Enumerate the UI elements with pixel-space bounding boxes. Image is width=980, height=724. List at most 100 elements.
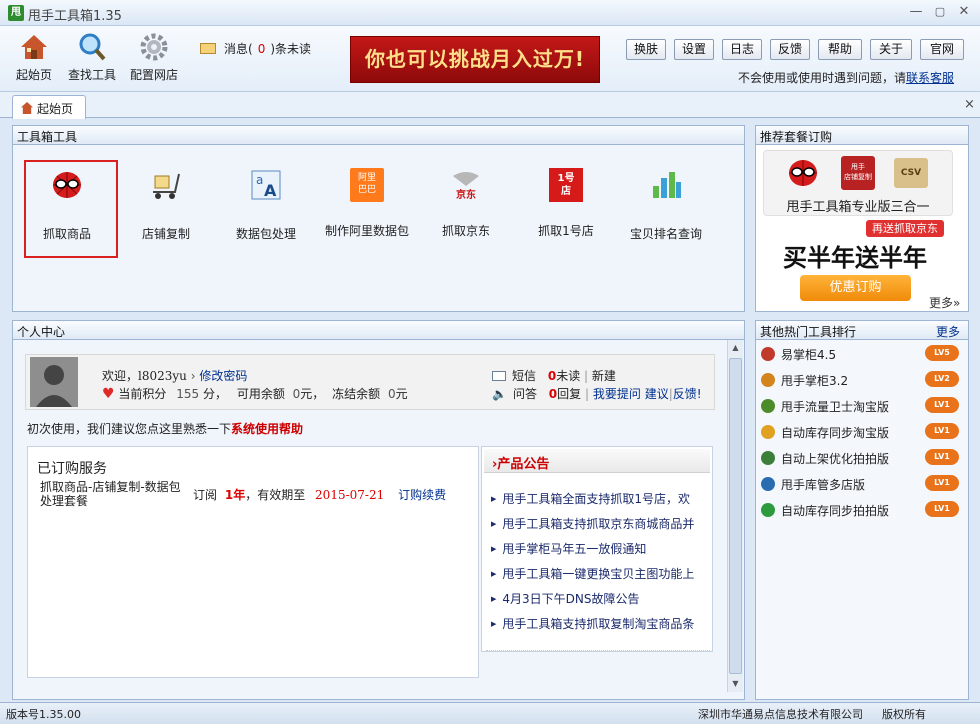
tool-label: 店铺复制 <box>141 227 190 241</box>
scroll-up-button[interactable]: ▲ <box>728 340 743 356</box>
scroll-thumb[interactable] <box>729 358 742 674</box>
maximize-button[interactable]: ▢ <box>930 3 950 21</box>
tool-alibaba-package[interactable]: 阿里 巴巴 制作阿里数据包 <box>319 168 415 239</box>
ranking-item[interactable]: 甩手流量卫士淘宝版 LV1 <box>761 397 959 417</box>
message-suffix: )条未读 <box>270 42 312 56</box>
log-button[interactable]: 日志 <box>722 39 762 60</box>
scroll-down-button[interactable]: ▼ <box>728 676 743 692</box>
ranking-item[interactable]: 自动上架优化拍拍版 LV1 <box>761 449 959 469</box>
announcement-item[interactable]: 甩手工具箱一键更换宝贝主图功能上 <box>491 565 701 582</box>
tool-label: 宝贝排名查询 <box>629 227 702 241</box>
qa-label: 问答 <box>512 387 537 401</box>
configure-shop-label: 配置网店 <box>129 68 178 82</box>
find-tools-button[interactable]: 查找工具 <box>62 32 122 83</box>
points-label: 当前积分 <box>118 387 167 401</box>
home-button[interactable]: 起始页 <box>4 32 64 83</box>
change-password-link[interactable]: 修改密码 <box>199 369 247 383</box>
about-button[interactable]: 关于 <box>870 39 912 60</box>
ranking-item[interactable]: 自动库存同步拍拍版 LV1 <box>761 501 959 521</box>
tab-close-button[interactable]: × <box>964 97 975 112</box>
heart-icon: ♥ <box>102 386 115 402</box>
mail-icon <box>492 371 506 381</box>
ranking-item[interactable]: 自动库存同步淘宝版 LV1 <box>761 423 959 443</box>
sms-label: 短信 <box>512 369 537 383</box>
frozen-label: 冻结余额 <box>332 387 381 401</box>
tool-data-package[interactable]: aA 数据包处理 <box>218 168 314 242</box>
level-badge: LV5 <box>925 345 959 361</box>
announcement-item[interactable]: 4月3日下午DNS故障公告 <box>491 590 701 607</box>
announcement-item[interactable]: 甩手工具箱支持抓取京东商城商品并 <box>491 515 701 532</box>
contact-support-link[interactable]: 联系客服 <box>906 71 954 85</box>
order-mid: ，有效期至 <box>245 488 306 502</box>
spiderman-icon <box>789 160 817 186</box>
help-text: 不会使用或使用时遇到问题，请 <box>738 71 907 85</box>
configure-shop-button[interactable]: 配置网店 <box>124 32 184 83</box>
sms-new-link[interactable]: 新建 <box>592 369 616 383</box>
ask-question-link[interactable]: 我要提问 <box>593 387 641 401</box>
find-tools-label: 查找工具 <box>67 68 116 82</box>
tool-grab-jd[interactable]: 京东 抓取京东 <box>418 168 514 239</box>
renew-link[interactable]: 订购续费 <box>398 488 446 502</box>
message-icon <box>200 43 216 54</box>
frozen-unit: 元 <box>395 387 408 401</box>
message-indicator[interactable]: 消息(0)条未读 <box>200 40 311 57</box>
website-button[interactable]: 官网 <box>920 39 964 60</box>
ranking-item[interactable]: 甩手库管多店版 LV1 <box>761 475 959 495</box>
promo-banner[interactable]: 你也可以挑战月入过万! <box>350 36 600 83</box>
suggestion-link[interactable]: 建议 <box>645 387 669 401</box>
speaker-icon: 🔈 <box>492 387 507 401</box>
announcement-item[interactable]: 甩手工具箱全面支持抓取1号店，欢 <box>491 490 701 507</box>
tool-label: 抓取1号店 <box>538 224 594 238</box>
tool-label: 抓取商品 <box>42 227 91 241</box>
ranking-item[interactable]: 易掌柜4.5 LV5 <box>761 345 959 365</box>
welcome-line: 欢迎，l8023yu › 修改密码 <box>102 369 248 383</box>
tool-app-icon <box>761 451 775 465</box>
system-help-link[interactable]: 系统使用帮助 <box>231 422 303 436</box>
tab-home-label: 起始页 <box>37 102 74 116</box>
balance-unit: 元， <box>300 387 325 401</box>
tool-app-icon <box>761 477 775 491</box>
app-logo-icon: 甩 <box>8 5 24 21</box>
qa-reply-label: 回复 <box>557 387 582 401</box>
toolbox-header: 工具箱工具 <box>13 126 744 145</box>
svg-text:a: a <box>256 173 263 187</box>
feedback-button[interactable]: 反馈 <box>770 39 810 60</box>
promo-headline: 买半年送半年 <box>783 244 927 272</box>
tool-app-icon <box>761 347 775 361</box>
tool-grab-yhd[interactable]: 1号 店 抓取1号店 <box>518 168 614 239</box>
level-badge: LV1 <box>925 397 959 413</box>
home-button-label: 起始页 <box>15 68 52 82</box>
announcement-item[interactable]: 甩手工具箱支持抓取复制淘宝商品条 <box>491 615 701 632</box>
sms-line: 短信 0未读 | 新建 <box>492 367 616 384</box>
order-expiry: 2015-07-21 <box>315 488 385 502</box>
csv-icon: CSV <box>894 158 928 188</box>
close-button[interactable]: ✕ <box>954 3 974 21</box>
minimize-button[interactable]: — <box>906 3 926 21</box>
points-unit: 分， <box>202 387 227 401</box>
help-button[interactable]: 帮助 <box>818 39 862 60</box>
gear-icon <box>140 33 168 61</box>
skin-button[interactable]: 换肤 <box>626 39 666 60</box>
vertical-scrollbar[interactable]: ▲ ▼ <box>727 340 743 692</box>
username: l8023yu <box>138 369 187 383</box>
tab-strip <box>0 92 980 118</box>
tool-shop-copy[interactable]: 店铺复制 <box>118 168 214 242</box>
home-icon <box>21 102 33 114</box>
order-prefix: 订阅 <box>193 488 218 502</box>
balance-label: 可用余额 <box>236 387 285 401</box>
company-name: 深圳市华通易点信息技术有限公司 <box>698 708 863 721</box>
tool-rank-query[interactable]: 宝贝排名查询 <box>618 168 714 242</box>
ranking-item[interactable]: 甩手掌柜3.2 LV2 <box>761 371 959 391</box>
level-badge: LV1 <box>925 449 959 465</box>
tool-grab-product[interactable]: 抓取商品 <box>19 168 115 242</box>
announcement-item[interactable]: 甩手掌柜马年五一放假通知 <box>491 540 701 557</box>
promo-more-link[interactable]: 更多» <box>929 294 960 311</box>
level-badge: LV2 <box>925 371 959 387</box>
announcement-list: 甩手工具箱全面支持抓取1号店，欢甩手工具箱支持抓取京东商城商品并甩手掌柜马年五一… <box>481 446 713 652</box>
avatar <box>30 357 78 407</box>
settings-button[interactable]: 设置 <box>674 39 714 60</box>
discount-order-button[interactable]: 优惠订购 <box>800 275 911 301</box>
feedback-link[interactable]: 反馈! <box>673 387 702 401</box>
tab-home[interactable]: 起始页 <box>12 95 86 119</box>
tool-app-icon <box>761 503 775 517</box>
